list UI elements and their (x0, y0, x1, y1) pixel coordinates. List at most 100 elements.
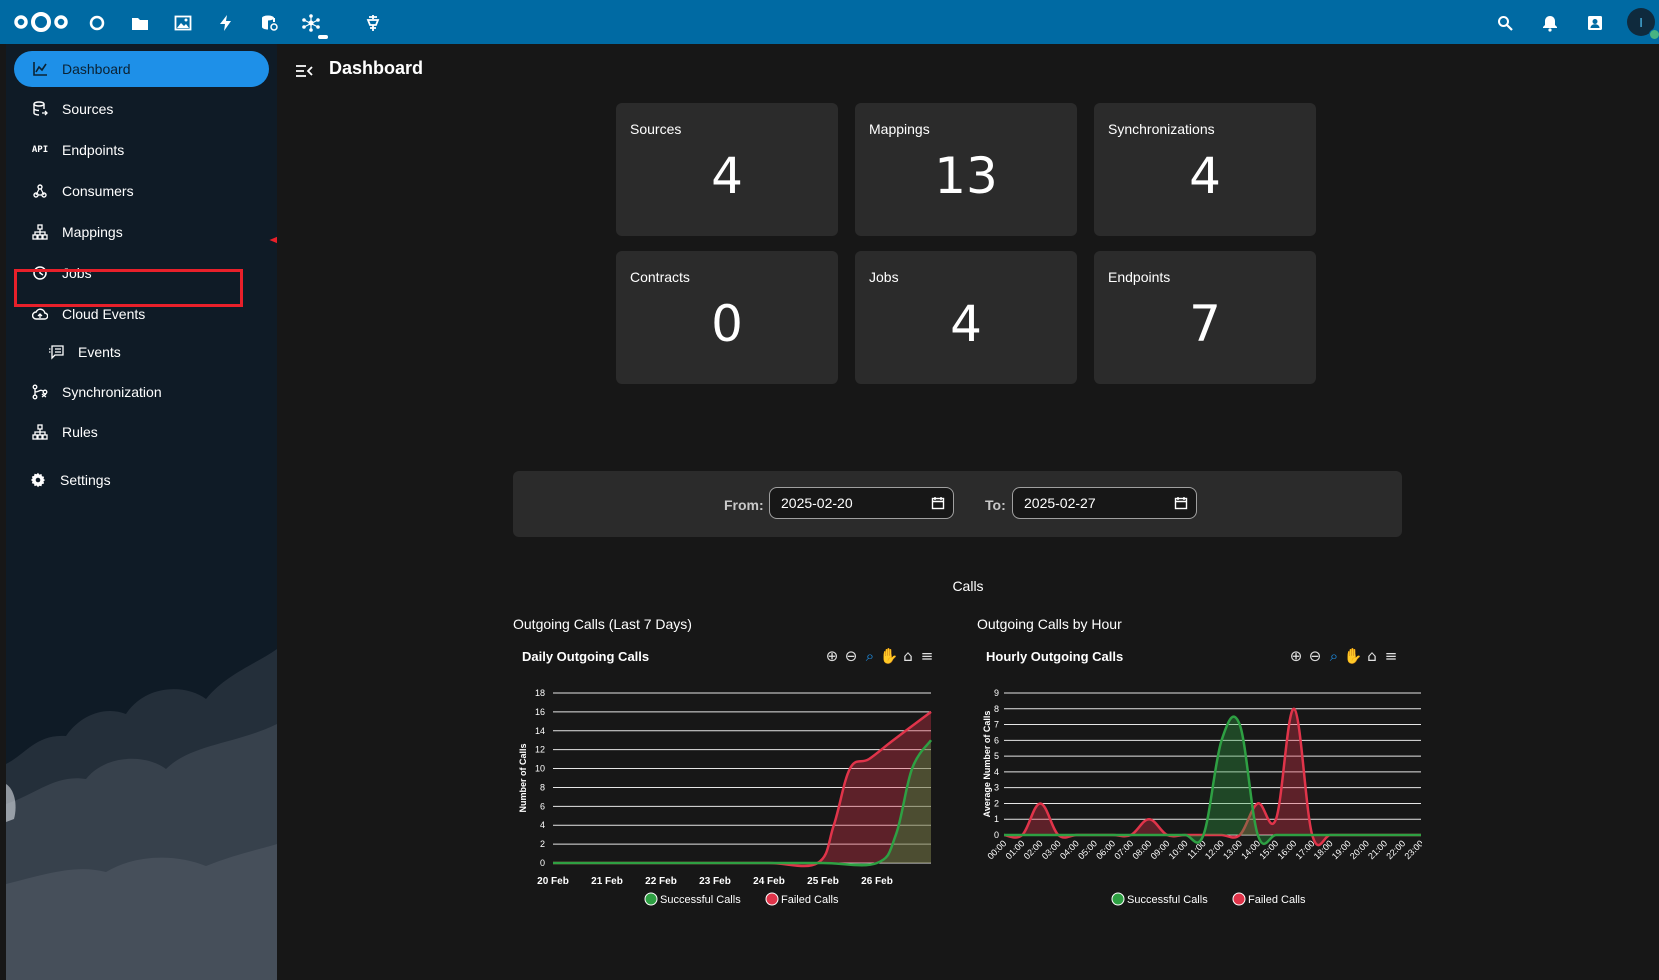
menu-icon[interactable]: ≡ (1385, 647, 1398, 665)
image-icon[interactable] (172, 12, 194, 34)
menu-toggle-icon[interactable] (293, 60, 315, 82)
y-tick-label: 2 (540, 839, 545, 849)
app-content: Dashboard Sources 4 Mappings 13 Synchron… (277, 44, 1659, 980)
x-tick-label: 16:00 (1275, 838, 1298, 861)
search-icon[interactable] (1494, 12, 1516, 34)
nextcloud-logo[interactable] (12, 9, 70, 35)
sidebar-item-endpoints[interactable]: API Endpoints (14, 132, 269, 168)
x-tick-label: 02:00 (1022, 838, 1045, 861)
x-tick-label: 23:00 (1402, 838, 1422, 861)
sidebar-item-consumers[interactable]: Consumers (14, 173, 269, 209)
stat-card-synchronizations: Synchronizations 4 (1094, 103, 1316, 236)
y-tick-label: 3 (994, 783, 999, 793)
from-date-input[interactable]: 2025-02-20 (769, 487, 954, 519)
x-tick-label: 20 Feb (537, 876, 569, 887)
x-tick-label: 08:00 (1130, 838, 1153, 861)
folder-icon[interactable] (129, 12, 151, 34)
x-tick-label: 00:00 (985, 838, 1008, 861)
legend-label: Successful Calls (660, 894, 741, 906)
sidebar-item-label: Sources (62, 101, 114, 117)
zoom-out-icon[interactable]: ⊖ (845, 647, 858, 665)
cloud-icon (30, 304, 50, 324)
menu-icon[interactable]: ≡ (921, 647, 934, 665)
contacts-icon[interactable] (1584, 12, 1606, 34)
circle-icon[interactable] (86, 12, 108, 34)
sidebar-item-sources[interactable]: Sources (14, 91, 269, 127)
sidebar-item-label: Settings (60, 472, 111, 488)
zoom-out-icon[interactable]: ⊖ (1309, 647, 1322, 665)
card-label: Sources (630, 121, 682, 137)
sitemap-icon (30, 222, 50, 242)
pan-icon[interactable]: ✋ (880, 647, 899, 665)
x-tick-label: 13:00 (1221, 838, 1244, 861)
y-tick-label: 2 (994, 798, 999, 808)
stat-card-endpoints: Endpoints 7 (1094, 251, 1316, 384)
zoom-select-icon[interactable]: ⌕ (866, 647, 874, 665)
card-value: 4 (950, 295, 982, 353)
x-tick-label: 10:00 (1167, 838, 1190, 861)
y-tick-label: 0 (540, 858, 545, 868)
chart-icon (30, 59, 50, 79)
bolt-icon[interactable] (215, 12, 237, 34)
to-date-input[interactable]: 2025-02-27 (1012, 487, 1197, 519)
sidebar-item-label: Cloud Events (62, 306, 146, 322)
y-tick-label: 0 (994, 830, 999, 840)
chart-title: Daily Outgoing Calls (522, 649, 649, 664)
card-value: 4 (711, 147, 743, 205)
database-icon[interactable] (258, 12, 280, 34)
reset-home-icon[interactable]: ⌂ (1367, 647, 1377, 665)
x-tick-label: 24 Feb (753, 876, 785, 887)
x-tick-label: 21:00 (1366, 838, 1389, 861)
zoom-in-icon[interactable]: ⊕ (826, 647, 839, 665)
y-tick-label: 1 (994, 814, 999, 824)
x-tick-label: 09:00 (1149, 838, 1172, 861)
calendar-icon[interactable] (931, 496, 945, 510)
zoom-in-icon[interactable]: ⊕ (1290, 647, 1303, 665)
plug-icon[interactable] (362, 12, 384, 34)
active-app-indicator (318, 35, 328, 39)
sidebar-item-mappings[interactable]: Mappings (14, 214, 269, 250)
calls-section-title: Calls (952, 578, 984, 594)
pan-icon[interactable]: ✋ (1344, 647, 1363, 665)
to-label: To: (985, 497, 1006, 513)
date-filter-bar: From: 2025-02-20 To: 2025-02-27 (513, 471, 1402, 537)
reset-home-icon[interactable]: ⌂ (903, 647, 913, 665)
x-tick-label: 22 Feb (645, 876, 677, 887)
sidebar-item-label: Dashboard (62, 61, 131, 77)
x-tick-label: 14:00 (1239, 838, 1262, 861)
sidebar-item-synchronization[interactable]: Synchronization (14, 374, 269, 410)
x-tick-label: 05:00 (1076, 838, 1099, 861)
sidebar-item-dashboard[interactable]: Dashboard (14, 51, 269, 87)
to-date-value: 2025-02-27 (1024, 495, 1096, 511)
daily-chart-caption: Outgoing Calls (Last 7 Days) (513, 616, 692, 632)
sidebar-item-rules[interactable]: Rules (14, 414, 269, 450)
sidebar-item-events[interactable]: Events (14, 334, 269, 370)
x-tick-label: 12:00 (1203, 838, 1226, 861)
database-icon (30, 99, 50, 119)
sidebar-item-settings[interactable]: Settings (14, 462, 269, 498)
highlight-box (14, 269, 243, 307)
stat-card-jobs: Jobs 4 (855, 251, 1077, 384)
card-value: 13 (934, 147, 998, 205)
series-area (553, 711, 931, 867)
status-badge (1649, 29, 1659, 40)
chart-title: Hourly Outgoing Calls (986, 649, 1123, 664)
zoom-select-icon[interactable]: ⌕ (1330, 647, 1338, 665)
x-tick-label: 19:00 (1330, 838, 1353, 861)
sidebar-item-label: Mappings (62, 224, 123, 240)
legend-label: Failed Calls (1248, 894, 1306, 906)
top-bar: I (0, 0, 1659, 44)
x-tick-label: 22:00 (1384, 838, 1407, 861)
connector-icon[interactable] (300, 12, 322, 34)
legend-marker (765, 892, 779, 906)
card-value: 7 (1189, 295, 1221, 353)
sidebar-item-label: Synchronization (62, 384, 162, 400)
x-tick-label: 26 Feb (861, 876, 893, 887)
calendar-icon[interactable] (1174, 496, 1188, 510)
card-label: Contracts (630, 269, 690, 285)
bell-icon[interactable] (1539, 12, 1561, 34)
stat-card-mappings: Mappings 13 (855, 103, 1077, 236)
message-list-icon (46, 342, 66, 362)
y-tick-label: 16 (535, 707, 545, 717)
legend-label: Successful Calls (1127, 894, 1208, 906)
